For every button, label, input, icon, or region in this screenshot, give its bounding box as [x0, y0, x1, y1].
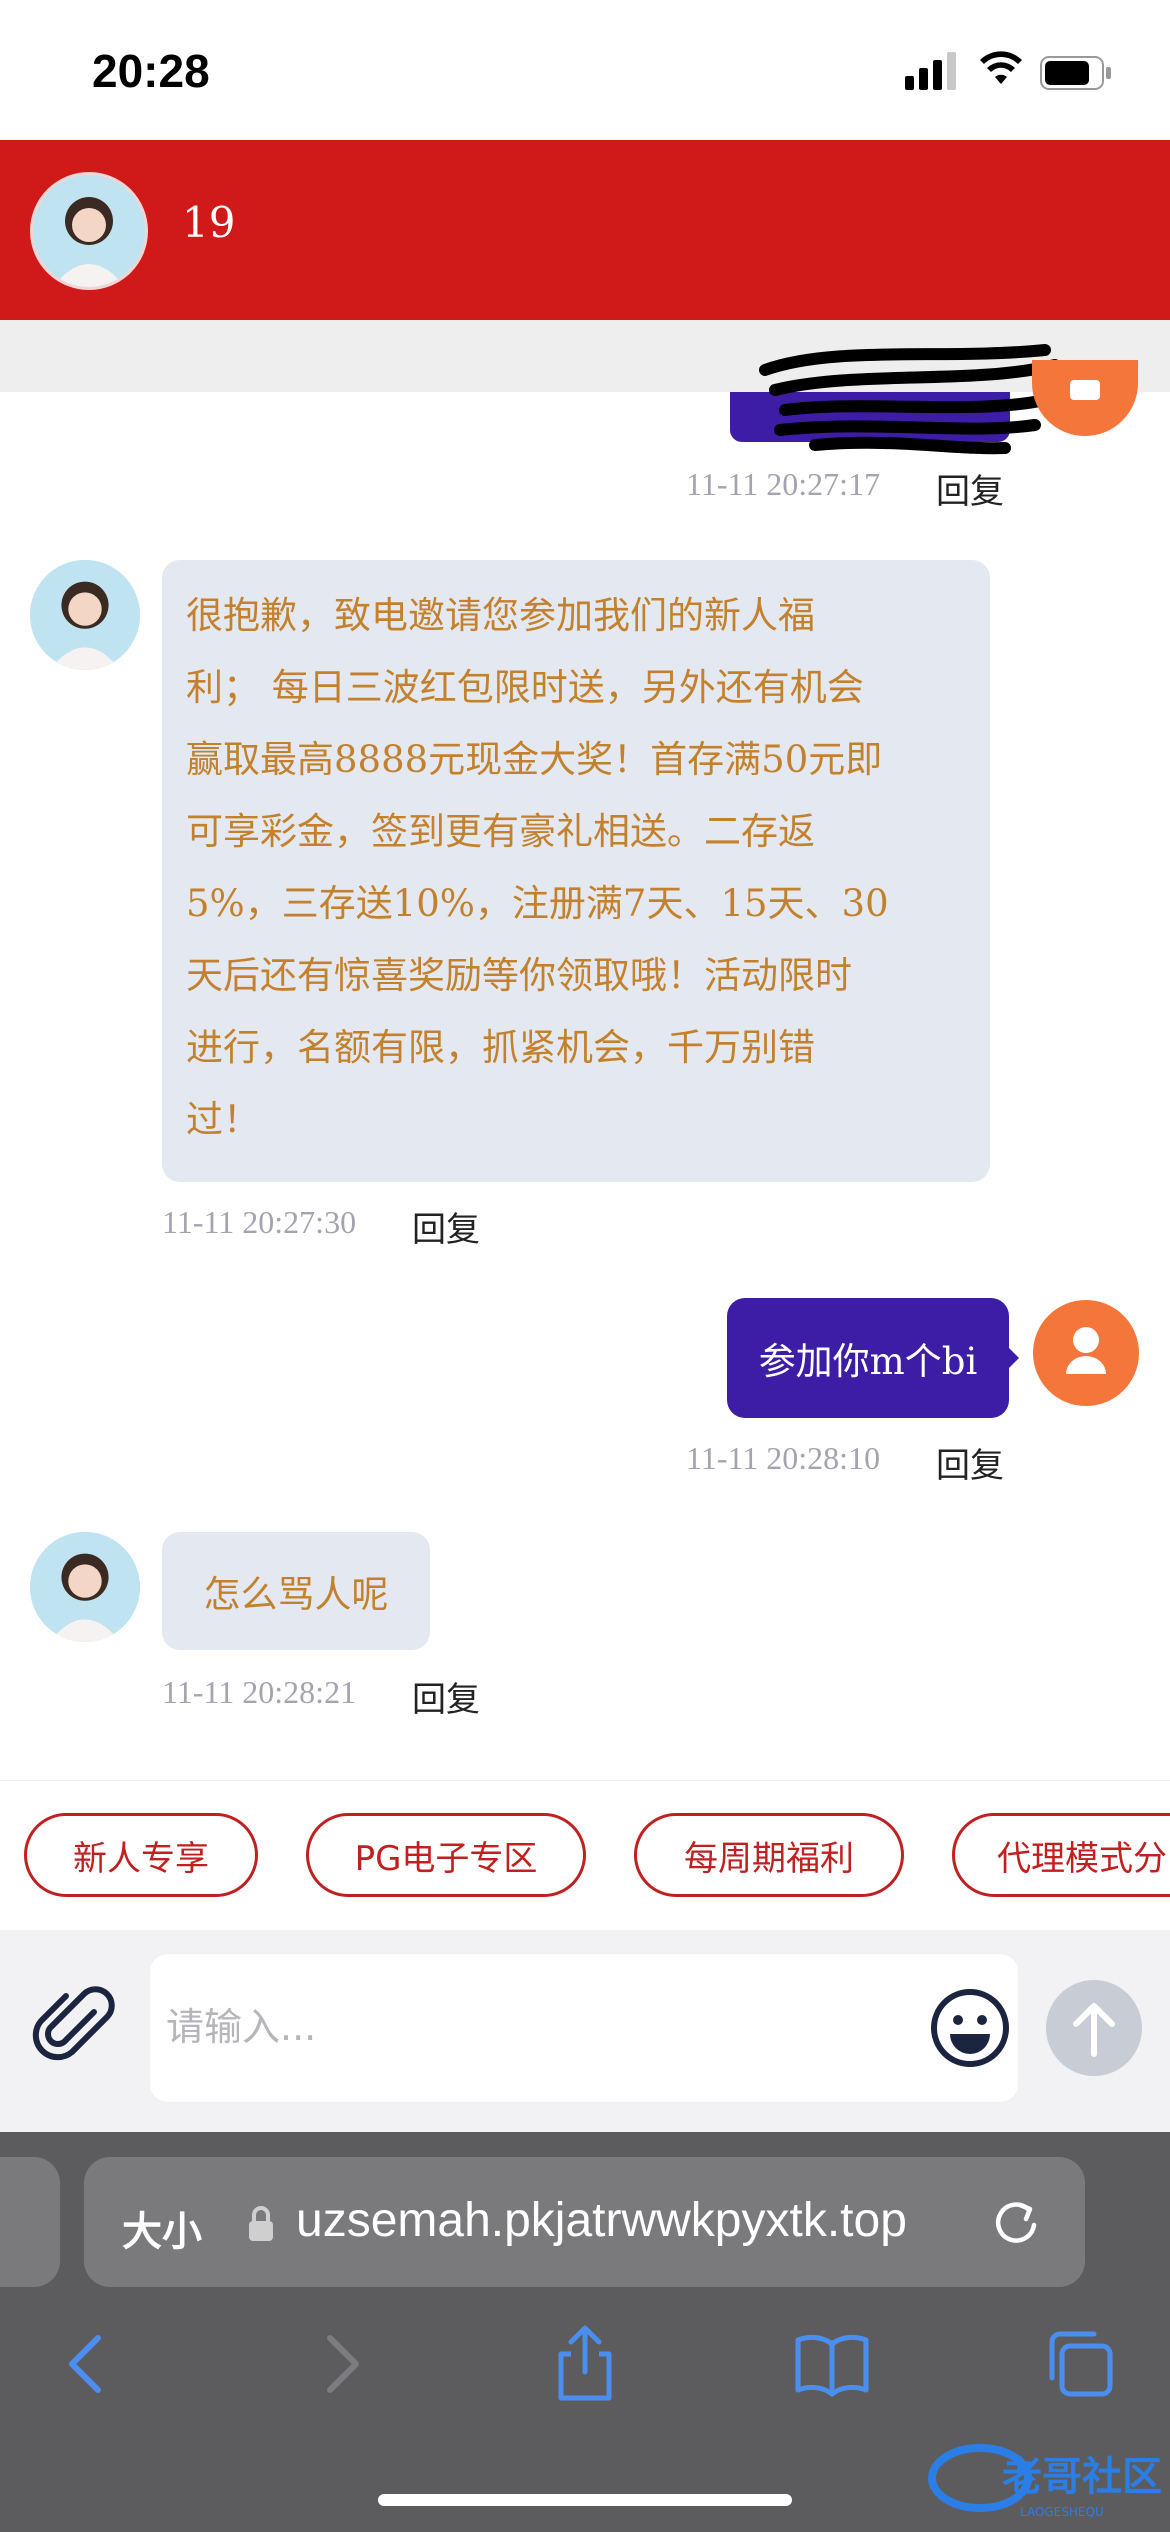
tabs-icon[interactable]	[1040, 2324, 1120, 2404]
user-avatar[interactable]	[1033, 1300, 1139, 1406]
message-line: 过！	[186, 1098, 260, 1141]
forward-icon[interactable]	[300, 2324, 380, 2404]
address-bar[interactable]: 大小 uzsemah.pkjatrwwkpyxtk.top	[84, 2157, 1085, 2287]
reply-button[interactable]: 回复	[936, 464, 1004, 513]
chip-pg-electronic[interactable]: PG电子专区	[306, 1813, 586, 1897]
chip-new-user[interactable]: 新人专享	[24, 1813, 258, 1897]
message-line: 利； 每日三波红包限时送，另外还有机会	[186, 666, 864, 709]
watermark-logo: 老哥社区 LAOGESHEQU	[924, 2432, 1164, 2522]
message-input[interactable]: 请输入...	[150, 1954, 1018, 2102]
input-placeholder: 请输入...	[166, 2005, 317, 2049]
url-text: uzsemah.pkjatrwwkpyxtk.top	[296, 2194, 907, 2247]
message-timestamp: 11-11 20:27:17	[686, 466, 881, 502]
reply-button[interactable]: 回复	[412, 1202, 480, 1251]
message-text: 参加你m个bi	[758, 1340, 978, 1383]
agent-avatar[interactable]	[30, 172, 148, 290]
reload-icon[interactable]	[988, 2195, 1044, 2251]
chip-agent-mode[interactable]: 代理模式分	[952, 1813, 1170, 1897]
previous-tab-pill[interactable]	[0, 2157, 60, 2287]
message-timestamp: 11-11 20:27:30	[162, 1204, 357, 1240]
send-button[interactable]	[1046, 1980, 1142, 2076]
battery-icon	[1040, 56, 1111, 90]
message-bubble-outgoing: 参加你m个bi	[727, 1298, 1009, 1418]
share-icon[interactable]	[545, 2324, 625, 2404]
watermark-text: 老哥社区	[1002, 2454, 1162, 2500]
chip-weekly-benefits[interactable]: 每周期福利	[634, 1813, 904, 1897]
paperclip-icon[interactable]	[32, 1982, 122, 2072]
lock-icon	[249, 2206, 273, 2241]
message-line: 赢取最高8888元现金大奖！首存满50元即	[186, 738, 883, 781]
emoji-icon[interactable]	[928, 1986, 1012, 2070]
watermark-subtext: LAOGESHEQU	[1020, 2505, 1104, 2519]
agent-avatar[interactable]	[30, 1532, 140, 1642]
bubble-tail	[1007, 1346, 1019, 1370]
message-line: 天后还有惊喜奖励等你领取哦！活动限时	[186, 954, 852, 997]
message-line: 可享彩金，签到更有豪礼相送。二存返	[186, 810, 815, 853]
reply-button[interactable]: 回复	[936, 1438, 1004, 1487]
message-line: 5%，三存送10%，注册满7天、15天、30	[186, 882, 889, 925]
message-input-bar: 请输入...	[0, 1930, 1170, 2132]
message-text: 怎么骂人呢	[203, 1573, 389, 1616]
browser-toolbar: 大小 uzsemah.pkjatrwwkpyxtk.top 老哥社区 LAOGE…	[0, 2132, 1170, 2532]
message-bubble-incoming: 很抱歉，致电邀请您参加我们的新人福 利； 每日三波红包限时送，另外还有机会 赢取…	[162, 560, 990, 1182]
agent-avatar[interactable]	[30, 560, 140, 670]
message-line: 进行，名额有限，抓紧机会，千万别错	[186, 1026, 815, 1069]
quick-reply-bar: 新人专享 PG电子专区 每周期福利 代理模式分	[0, 1780, 1170, 1931]
wifi-icon	[980, 51, 1022, 84]
message-line: 很抱歉，致电邀请您参加我们的新人福	[186, 594, 815, 637]
status-time: 20:28	[92, 45, 210, 97]
chat-header: 19	[0, 140, 1170, 320]
arrow-up-icon	[1073, 2003, 1115, 2057]
cellular-signal-icon	[905, 50, 957, 90]
status-bar: 20:28	[0, 0, 1170, 140]
bookmarks-icon[interactable]	[792, 2324, 872, 2404]
reply-button[interactable]: 回复	[412, 1672, 480, 1721]
text-size-button[interactable]: 大小	[122, 2199, 202, 2257]
message-bubble-incoming: 怎么骂人呢	[162, 1532, 430, 1650]
message-timestamp: 11-11 20:28:21	[162, 1674, 357, 1710]
home-indicator	[378, 2494, 792, 2506]
message-timestamp: 11-11 20:28:10	[686, 1440, 881, 1476]
back-icon[interactable]	[48, 2324, 128, 2404]
chat-title: 19	[182, 198, 236, 247]
redaction-scribble	[759, 344, 1061, 455]
